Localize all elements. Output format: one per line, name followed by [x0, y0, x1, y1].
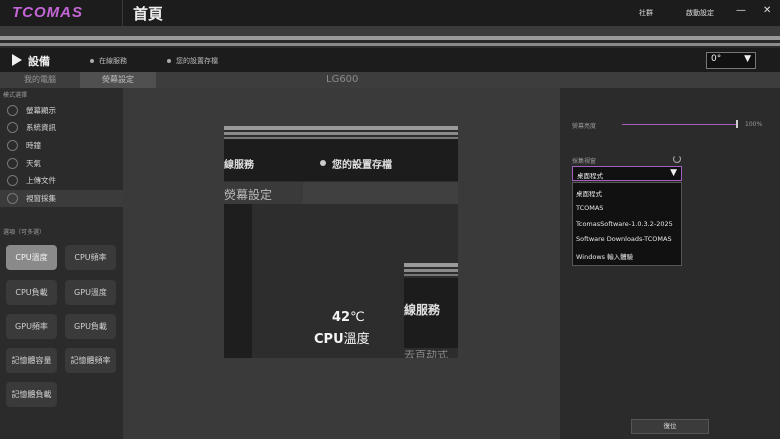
app-logo: TCOMAS: [12, 4, 83, 21]
page-title: 首頁: [133, 5, 164, 23]
metric-prefix: CPU: [314, 332, 344, 347]
mode-item-system-info[interactable]: 系統資訊: [0, 119, 123, 136]
rotation-value: 0°: [711, 54, 722, 64]
preview-header: 線服務 您的設置存檔: [224, 139, 458, 181]
window-option[interactable]: TcomasSoftware-1.0.3.2-2025: [576, 220, 673, 228]
monitor-icon: [7, 105, 18, 116]
mode-label: 時鐘: [26, 141, 41, 150]
mode-label: 上傳文件: [26, 176, 56, 185]
mode-item-weather[interactable]: 天氣: [0, 155, 123, 172]
option-gpu-freq[interactable]: GPU頻率: [6, 314, 57, 339]
mode-item-screen-display[interactable]: 螢幕顯示: [0, 102, 123, 119]
preview-stripe: [224, 132, 458, 135]
device-label: 設備: [28, 55, 50, 68]
minimize-button[interactable]: —: [736, 5, 746, 16]
mode-item-window-capture[interactable]: 視窗採集: [0, 190, 123, 207]
refresh-icon[interactable]: [673, 155, 681, 163]
preview-online-text: 線服務: [224, 160, 254, 171]
brightness-value: 100%: [745, 121, 763, 128]
preview-stripe: [404, 274, 458, 276]
option-gpu-load[interactable]: GPU負載: [65, 314, 116, 339]
preview-tab: 熒幕設定: [224, 182, 304, 204]
option-cpu-load[interactable]: CPU負載: [6, 280, 57, 305]
brightness-slider[interactable]: [622, 124, 738, 125]
close-button[interactable]: ✕: [763, 5, 771, 16]
upload-icon: [7, 175, 18, 186]
preview-screen-settings-text: 熒幕設定: [224, 188, 273, 202]
online-status-label: 在線服務: [99, 57, 127, 65]
window-option[interactable]: 桌面程式: [576, 188, 602, 198]
tab-screen-settings[interactable]: 熒幕設定: [80, 72, 156, 88]
mode-item-clock[interactable]: 時鐘: [0, 137, 123, 154]
weather-icon: [7, 158, 18, 169]
brightness-label: 熒幕亮度: [572, 123, 597, 130]
preview-stripe: [224, 126, 458, 130]
option-mem-freq[interactable]: 記憶體頻率: [65, 348, 116, 373]
metric-label: CPU溫度: [314, 328, 370, 347]
temp-unit: ℃: [350, 310, 365, 325]
brightness-slider-thumb[interactable]: [736, 120, 738, 128]
play-icon[interactable]: [12, 54, 22, 66]
startup-settings-link[interactable]: 啟動設定: [686, 8, 714, 18]
title-divider: [122, 0, 123, 26]
saved-settings-status[interactable]: 您的設置存檔: [167, 56, 218, 66]
options-section-label: 選項（可多選）: [3, 229, 46, 236]
temp-readout: 42℃: [332, 310, 365, 325]
capture-window-options: 桌面程式 TCOMAS TcomasSoftware-1.0.3.2-2025 …: [572, 182, 682, 266]
capture-window-select[interactable]: 桌面程式 ▼: [572, 166, 682, 181]
saved-settings-label: 您的設置存檔: [176, 57, 218, 65]
device-name: LG600: [326, 74, 359, 85]
status-dot-icon: [167, 59, 171, 63]
capture-icon: [7, 193, 18, 204]
status-dot-icon: [90, 59, 94, 63]
tab-row: 我的電腦 熒幕設定: [0, 72, 780, 88]
capture-window-label: 採集視窗: [572, 158, 597, 165]
preview-stripe: [404, 269, 458, 272]
capture-window-value: 桌面程式: [577, 172, 603, 180]
preview-sidebar: [224, 204, 252, 358]
window-option[interactable]: Software Downloads-TCOMAS: [576, 235, 672, 243]
device-bar: 設備 在線服務 您的設置存檔: [0, 48, 780, 72]
info-icon: [7, 122, 18, 133]
preview-nested-cut: 去首劫式: [404, 350, 458, 358]
option-cpu-temp[interactable]: CPU溫度: [6, 245, 57, 270]
mode-section-label: 模式選擇: [3, 92, 28, 99]
preview-cut-text: 去首劫式: [404, 350, 448, 358]
mode-label: 螢幕顯示: [26, 106, 56, 115]
temp-value: 42: [332, 310, 351, 325]
preview-tab-bg: [303, 182, 458, 204]
online-status: 在線服務: [90, 56, 127, 66]
clock-icon: [7, 140, 18, 151]
preview-screen[interactable]: 線服務 您的設置存檔 熒幕設定 線服務 去首劫式 42℃ CPU溫度: [224, 126, 458, 358]
reset-button[interactable]: 復位: [631, 419, 709, 434]
title-bar: TCOMAS 首頁 社群 啟動設定 — ✕: [0, 0, 780, 26]
window-option[interactable]: TCOMAS: [576, 204, 603, 212]
community-link[interactable]: 社群: [639, 8, 653, 18]
status-dot-icon: [320, 160, 326, 166]
tab-my-computer[interactable]: 我的電腦: [0, 72, 80, 88]
preview-stripe: [404, 263, 458, 267]
preview-nested-window: 線服務: [404, 278, 458, 348]
option-mem-load[interactable]: 記憶體負載: [6, 382, 57, 407]
mode-label: 天氣: [26, 159, 41, 168]
chevron-down-icon: ▼: [670, 168, 677, 178]
mode-label: 系統資訊: [26, 123, 56, 132]
option-cpu-freq[interactable]: CPU頻率: [65, 245, 116, 270]
header-stripe: [0, 26, 780, 36]
preview-saved-text: 您的設置存檔: [332, 160, 392, 171]
option-gpu-temp[interactable]: GPU溫度: [65, 280, 116, 305]
chevron-down-icon: ▼: [744, 54, 751, 64]
window-option[interactable]: Windows 輸入體驗: [576, 251, 633, 261]
mode-label: 視窗採集: [26, 194, 56, 203]
preview-online-text-2: 線服務: [404, 303, 441, 317]
option-mem-capacity[interactable]: 記憶體容量: [6, 348, 57, 373]
rotation-select[interactable]: 0° ▼: [706, 52, 756, 69]
metric-suffix: 溫度: [343, 332, 370, 347]
mode-item-upload-file[interactable]: 上傳文件: [0, 172, 123, 189]
